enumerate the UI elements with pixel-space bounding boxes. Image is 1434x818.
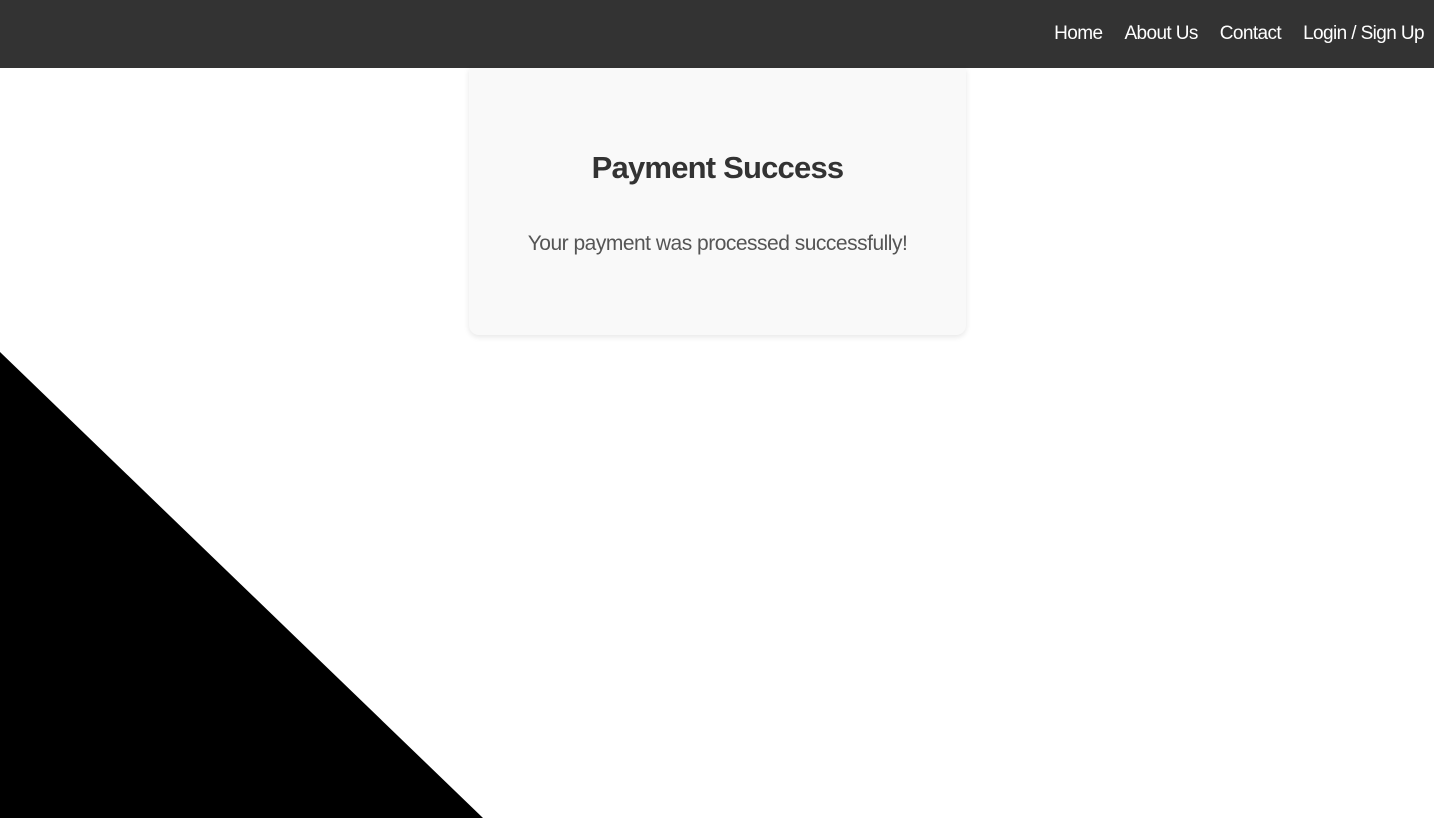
nav-home-link[interactable]: Home [1054, 23, 1103, 45]
page-title: Payment Success [591, 150, 844, 185]
nav-about-us-link[interactable]: About Us [1124, 23, 1198, 45]
nav-contact-link[interactable]: Contact [1220, 23, 1282, 45]
success-message: Your payment was processed successfully! [527, 232, 908, 255]
nav-login-signup-link[interactable]: Login / Sign Up [1303, 23, 1425, 45]
triangle-shape [0, 352, 483, 818]
top-navbar: Home About Us Contact Login / Sign Up [0, 0, 1434, 68]
payment-success-card: Payment Success Your payment was process… [469, 68, 966, 335]
main-nav: Home About Us Contact Login / Sign Up [1054, 0, 1424, 68]
